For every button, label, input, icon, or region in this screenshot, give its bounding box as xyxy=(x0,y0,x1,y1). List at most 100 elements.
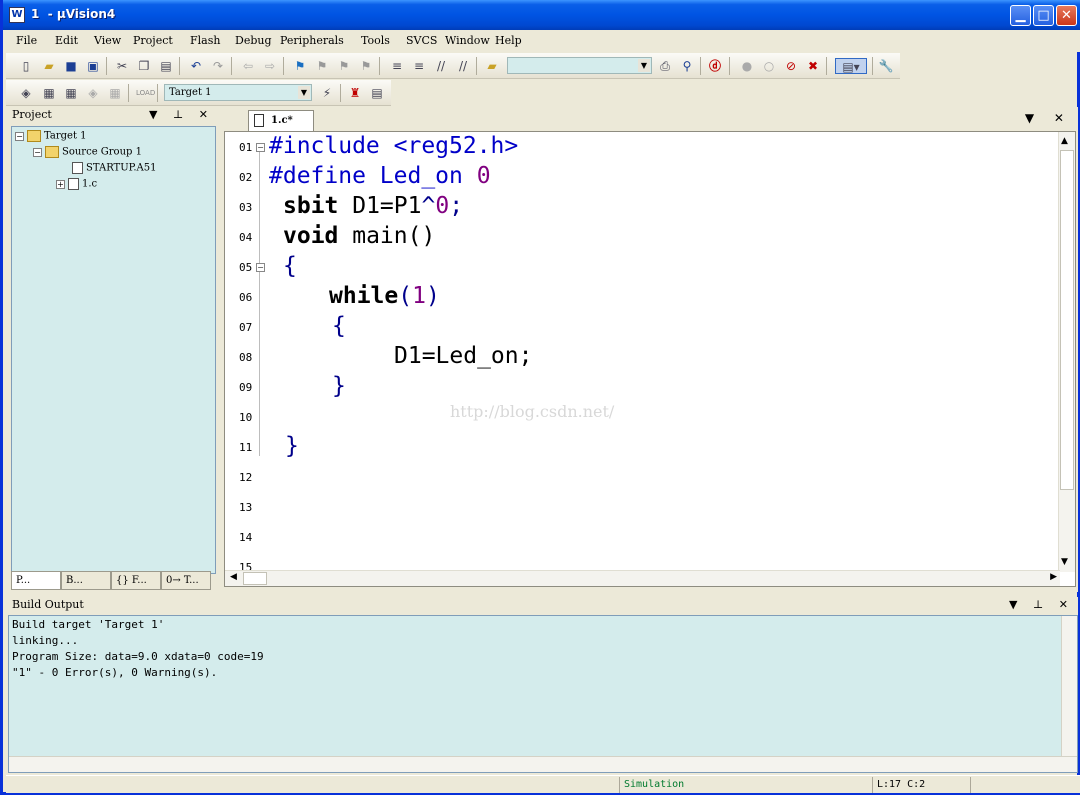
minimize-button[interactable]: ▁ xyxy=(1010,5,1031,26)
scroll-up-icon[interactable]: ▲ xyxy=(1061,136,1068,146)
line-number: 13 xyxy=(239,501,253,514)
target-select[interactable]: Target 1 ▼ xyxy=(164,84,312,101)
expand-icon[interactable]: + xyxy=(56,179,65,189)
comment-icon[interactable]: // xyxy=(433,58,449,74)
prev-bookmark-icon[interactable]: ⚑ xyxy=(314,58,330,74)
next-bookmark-icon[interactable]: ⚑ xyxy=(336,58,352,74)
tab-books[interactable]: B... xyxy=(61,571,111,590)
target-folder-icon xyxy=(27,130,41,142)
rebuild-icon[interactable]: ▦ xyxy=(63,85,79,101)
toolbar-separator xyxy=(283,57,284,75)
new-file-icon[interactable]: ▯ xyxy=(18,58,34,74)
editor-vertical-scrollbar[interactable]: ▲ ▼ xyxy=(1058,132,1075,572)
build-output-text[interactable]: Build target 'Target 1' linking... Progr… xyxy=(8,615,1078,773)
tree-node-file[interactable]: +1.c xyxy=(56,178,97,192)
menu-flash[interactable]: Flash xyxy=(190,34,220,47)
menu-debug[interactable]: Debug xyxy=(235,34,272,47)
uncomment-icon[interactable]: // xyxy=(455,58,471,74)
tree-node-target[interactable]: − Target 1 xyxy=(15,130,87,144)
save-icon[interactable]: ■ xyxy=(63,58,79,74)
chevron-down-icon[interactable]: ▼ xyxy=(638,59,650,72)
debug-session-icon[interactable]: ⓓ xyxy=(707,58,723,74)
insert-breakpoint-icon[interactable]: ● xyxy=(739,58,755,74)
output-horizontal-scrollbar[interactable] xyxy=(9,756,1077,772)
incremental-find-icon[interactable]: ⚲ xyxy=(679,58,695,74)
menu-view[interactable]: View xyxy=(94,34,121,47)
build-icon[interactable]: ▦ xyxy=(41,85,57,101)
editor-tab-controls[interactable]: ▼ ✕ xyxy=(1025,111,1072,125)
menu-tools[interactable]: Tools xyxy=(361,34,390,47)
chevron-down-icon[interactable]: ▼ xyxy=(298,86,310,99)
panel-controls[interactable]: ▼ ⊥ ✕ xyxy=(1009,598,1074,611)
find-icon[interactable]: ⎙ xyxy=(657,58,673,74)
close-button[interactable]: ✕ xyxy=(1056,5,1077,26)
code-line-3: sbit D1=P1^0; xyxy=(283,193,463,219)
redo-icon[interactable]: ↷ xyxy=(210,58,226,74)
tab-project[interactable]: P... xyxy=(11,571,61,590)
menu-file[interactable]: File xyxy=(16,34,37,47)
tree-node-file[interactable]: STARTUP.A51 xyxy=(72,162,156,176)
select-packs-icon[interactable]: ▤ xyxy=(369,85,385,101)
panel-controls[interactable]: ▼ ⊥ ✕ xyxy=(149,108,214,121)
scroll-right-icon[interactable]: ▶ xyxy=(1050,572,1057,582)
download-icon[interactable]: LOAD xyxy=(136,85,155,101)
tab-1c[interactable]: 1.c* xyxy=(248,110,314,131)
collapse-icon[interactable]: − xyxy=(33,147,42,157)
output-vertical-scrollbar[interactable] xyxy=(1061,616,1077,756)
unindent-icon[interactable]: ≡ xyxy=(411,58,427,74)
nav-back-icon[interactable]: ⇦ xyxy=(240,58,256,74)
menu-help[interactable]: Help xyxy=(495,34,522,47)
collapse-icon[interactable]: − xyxy=(15,131,24,141)
menu-edit[interactable]: Edit xyxy=(55,34,78,47)
scroll-left-icon[interactable]: ◀ xyxy=(230,572,237,582)
copy-icon[interactable]: ❐ xyxy=(136,58,152,74)
tab-templates[interactable]: 0→ T... xyxy=(161,571,211,590)
fold-toggle-icon[interactable]: − xyxy=(256,263,265,272)
menu-project[interactable]: Project xyxy=(133,34,173,47)
tree-node-group[interactable]: − Source Group 1 xyxy=(33,146,142,160)
code-token: sbit xyxy=(283,193,339,219)
status-mode: Simulation xyxy=(619,777,869,793)
nav-forward-icon[interactable]: ⇨ xyxy=(262,58,278,74)
disable-breakpoints-icon[interactable]: ⊘ xyxy=(783,58,799,74)
menu-svcs[interactable]: SVCS xyxy=(406,34,437,47)
paste-icon[interactable]: ▤ xyxy=(158,58,174,74)
maximize-button[interactable]: □ xyxy=(1033,5,1054,26)
watermark: http://blog.csdn.net/ xyxy=(450,402,615,421)
find-in-files-icon[interactable]: ▰ xyxy=(484,58,500,74)
open-file-icon[interactable]: ▰ xyxy=(41,58,57,74)
uvision-icon[interactable]: W xyxy=(9,7,25,23)
kill-breakpoints-icon[interactable]: ✖ xyxy=(805,58,821,74)
scroll-thumb[interactable] xyxy=(1060,150,1074,490)
fold-toggle-icon[interactable]: − xyxy=(256,143,265,152)
project-tree: − Target 1 − Source Group 1 STARTUP.A51 +1… xyxy=(11,126,216,574)
manage-components-icon[interactable]: ♜ xyxy=(347,85,363,101)
indent-icon[interactable]: ≡ xyxy=(389,58,405,74)
code-line-5: { xyxy=(283,253,297,279)
output-line: linking... xyxy=(12,634,79,647)
editor-horizontal-scrollbar[interactable]: ◀ ▶ xyxy=(225,570,1060,586)
window-layout-icon[interactable]: ▤▾ xyxy=(835,58,867,74)
configure-icon[interactable]: 🔧 xyxy=(878,58,894,74)
scroll-down-icon[interactable]: ▼ xyxy=(1061,557,1068,567)
code-line-4: void main() xyxy=(283,223,435,249)
batch-build-icon[interactable]: ◈ xyxy=(85,85,101,101)
stop-build-icon[interactable]: ▦ xyxy=(107,85,123,101)
save-all-icon[interactable]: ▣ xyxy=(85,58,101,74)
enable-breakpoint-icon[interactable]: ○ xyxy=(761,58,777,74)
clear-bookmarks-icon[interactable]: ⚑ xyxy=(358,58,374,74)
menu-window[interactable]: Window xyxy=(445,34,490,47)
project-panel-title: Project xyxy=(12,108,52,121)
translate-icon[interactable]: ◈ xyxy=(18,85,34,101)
tab-functions[interactable]: {} F... xyxy=(111,571,161,590)
toolbar-separator xyxy=(872,57,873,75)
scroll-thumb[interactable] xyxy=(243,572,267,585)
cut-icon[interactable]: ✂ xyxy=(114,58,130,74)
undo-icon[interactable]: ↶ xyxy=(188,58,204,74)
bookmark-icon[interactable]: ⚑ xyxy=(292,58,308,74)
code-editor[interactable]: 01 02 03 04 05 06 07 08 09 10 11 12 13 1… xyxy=(224,131,1076,587)
find-combo[interactable]: ▼ xyxy=(507,57,652,74)
output-line: Program Size: data=9.0 xdata=0 code=19 xyxy=(12,650,264,663)
target-options-icon[interactable]: ⚡ xyxy=(319,85,335,101)
menu-peripherals[interactable]: Peripherals xyxy=(280,34,344,47)
